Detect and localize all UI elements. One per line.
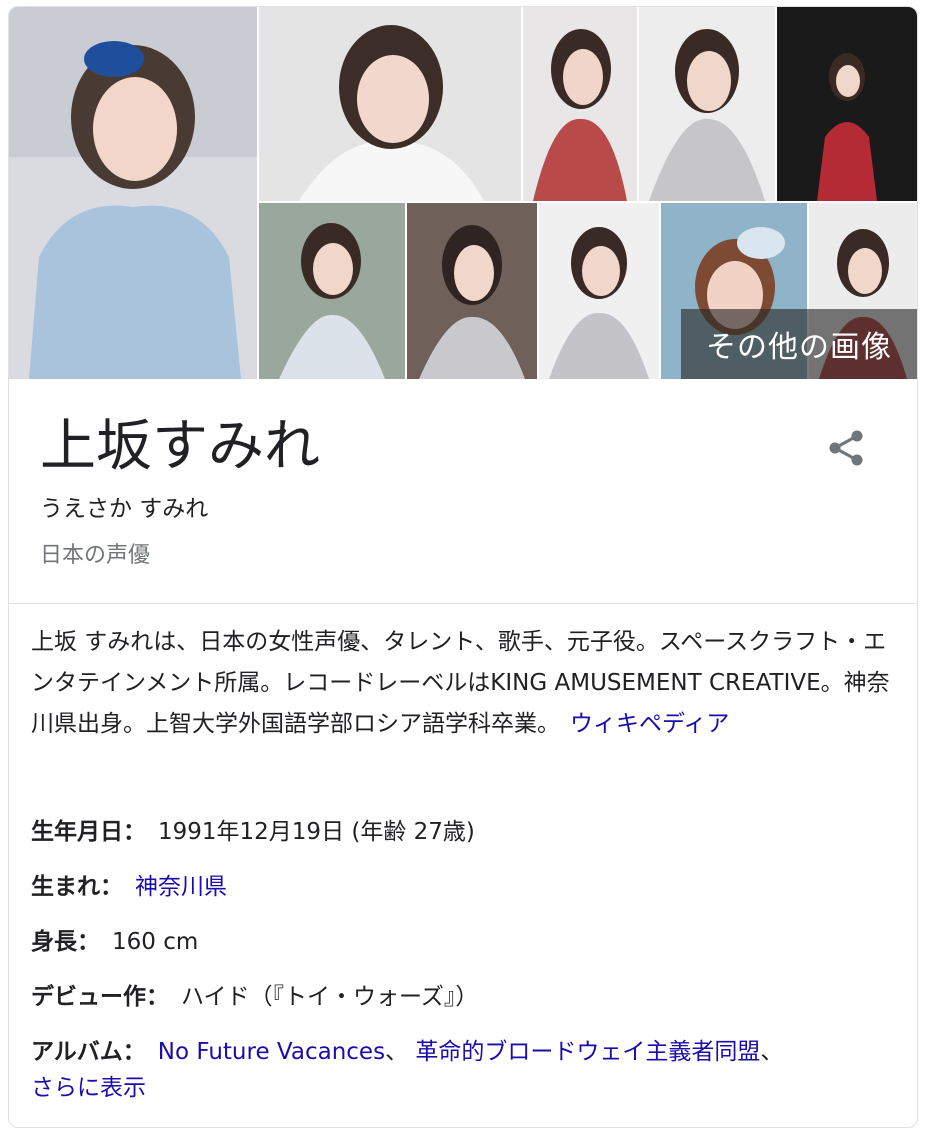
more-images-button[interactable]: その他の画像: [681, 309, 917, 379]
album-link[interactable]: No Future Vacances: [158, 1039, 385, 1065]
gallery-photo[interactable]: [539, 203, 659, 379]
fact-label: 身長：: [31, 929, 100, 955]
album-link[interactable]: 革命的ブロードウェイ主義者同盟: [415, 1039, 760, 1065]
fact-value: 160 cm: [112, 929, 199, 955]
main-photo[interactable]: [9, 7, 257, 379]
gallery-photo[interactable]: [639, 7, 775, 201]
fact-height: 身長： 160 cm: [31, 915, 901, 970]
share-icon[interactable]: [821, 423, 871, 473]
fact-label: 生まれ：: [31, 874, 123, 900]
fact-debut: デビュー作： ハイド（『トイ・ウォーズ』）: [31, 970, 901, 1025]
gallery-photo[interactable]: [259, 203, 405, 379]
fact-birthplace: 生まれ： 神奈川県: [31, 860, 901, 915]
description-text: 上坂 すみれは、日本の女性声優、タレント、歌手、元子役。スペースクラフト・エンタ…: [31, 629, 890, 737]
fact-label: アルバム：: [31, 1039, 146, 1065]
entity-description: 上坂 すみれは、日本の女性声優、タレント、歌手、元子役。スペースクラフト・エンタ…: [31, 622, 891, 745]
album-separator: 、: [385, 1039, 409, 1065]
gallery-photo[interactable]: [777, 7, 917, 201]
facts-list: 生年月日： 1991年12月19日 (年齢 27歳) 生まれ： 神奈川県 身長： 16…: [31, 805, 901, 1080]
birthplace-link[interactable]: 神奈川県: [135, 874, 227, 900]
entity-reading: うえさか すみれ: [40, 496, 209, 522]
fact-label: デビュー作：: [31, 984, 169, 1010]
image-gallery: その他の画像: [9, 7, 917, 379]
entity-header: 上坂すみれ うえさか すみれ 日本の声優: [9, 379, 917, 604]
fact-value: ハイド（『トイ・ウォーズ』）: [181, 984, 479, 1010]
album-separator: 、: [760, 1039, 784, 1065]
fact-birth-date: 生年月日： 1991年12月19日 (年齢 27歳): [31, 805, 901, 860]
fact-label: 生年月日：: [31, 819, 146, 845]
gallery-photo[interactable]: [259, 7, 521, 201]
entity-subtitle: 日本の声優: [40, 543, 151, 568]
show-more-link[interactable]: さらに表示: [31, 1068, 146, 1102]
fact-albums: アルバム： No Future Vacances、 革命的ブロードウェイ主義者同盟…: [31, 1025, 901, 1080]
entity-title: 上坂すみれ: [40, 414, 320, 479]
gallery-photo[interactable]: [407, 203, 537, 379]
fact-value: 1991年12月19日 (年齢 27歳): [158, 819, 475, 845]
wikipedia-link[interactable]: ウィキペディア: [570, 711, 729, 737]
gallery-photo[interactable]: [523, 7, 637, 201]
